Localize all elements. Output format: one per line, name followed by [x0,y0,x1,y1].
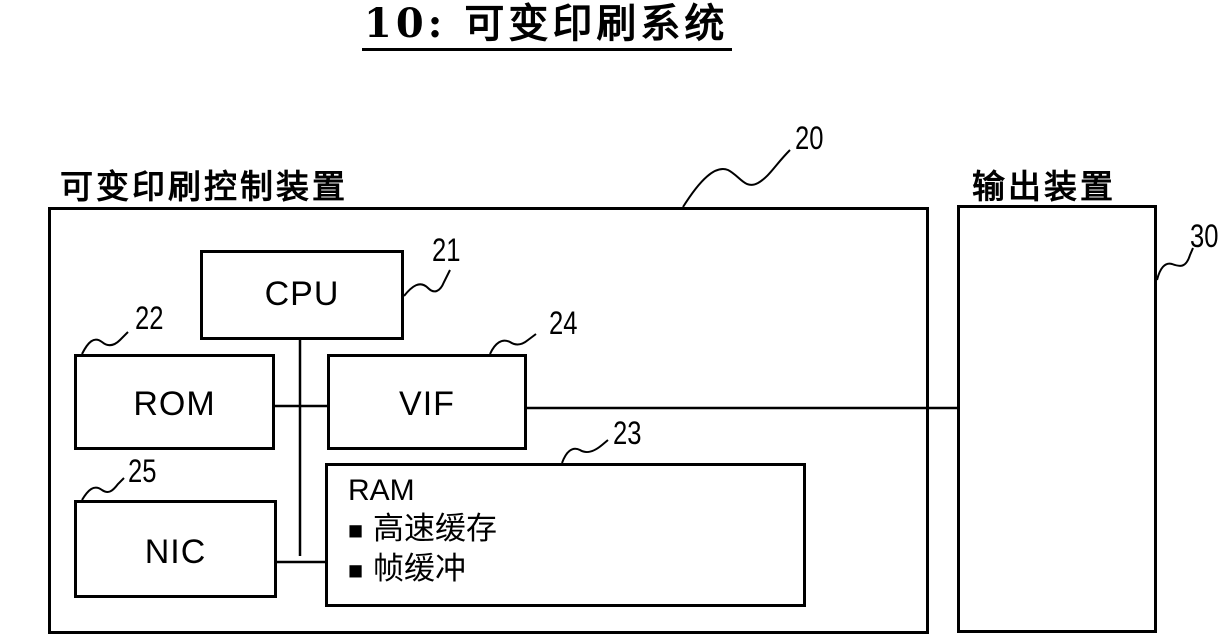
leader-20 [682,149,791,208]
leader-23 [561,439,609,464]
leader-24 [489,333,537,355]
leader-22 [81,331,129,355]
leader-30 [1156,247,1194,281]
connection-lines [81,149,1194,564]
leader-25 [81,477,125,501]
leader-21 [403,269,451,297]
